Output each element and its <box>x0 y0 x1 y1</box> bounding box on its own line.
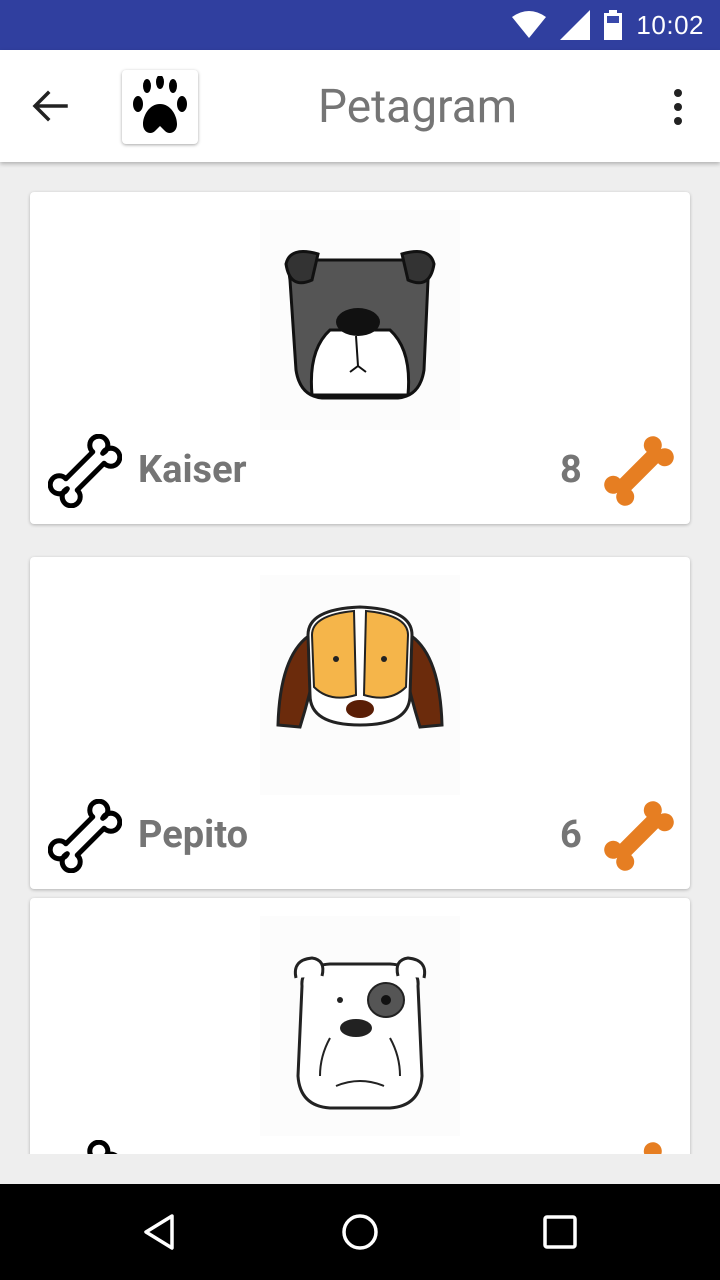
nav-back-button[interactable] <box>112 1184 208 1280</box>
paw-icon <box>133 76 187 133</box>
home-circle-icon <box>342 1214 378 1250</box>
pet-card[interactable]: Pepito 6 <box>30 557 690 889</box>
back-triangle-icon <box>144 1214 174 1250</box>
more-vert-icon <box>674 89 682 97</box>
app-logo <box>122 70 198 144</box>
like-button[interactable] <box>47 1139 123 1154</box>
rating-bone <box>602 1140 676 1154</box>
pet-card[interactable]: Kaiser 8 <box>30 192 690 524</box>
nav-home-button[interactable] <box>312 1184 408 1280</box>
like-button[interactable] <box>47 433 123 512</box>
bone-filled-icon <box>604 1142 674 1154</box>
pet-name: Kaiser <box>138 448 247 492</box>
bone-filled-icon <box>604 801 674 871</box>
wifi-icon <box>512 11 547 38</box>
bone-outline-icon <box>47 1139 123 1154</box>
like-count: 6 <box>560 813 582 857</box>
pet-name: Pepito <box>138 813 249 857</box>
bone-filled-icon <box>604 436 674 506</box>
back-button[interactable] <box>24 80 76 132</box>
nav-recents-button[interactable] <box>512 1184 608 1280</box>
overflow-menu-button[interactable] <box>658 84 698 130</box>
arrow-back-icon <box>32 90 68 122</box>
gray-dog-face-icon <box>284 250 436 400</box>
bone-outline-icon <box>47 798 123 874</box>
app-bar: Petagram <box>0 50 720 162</box>
pet-list[interactable]: Kaiser 8 Pepito 6 <box>0 162 720 1154</box>
app-title: Petagram <box>318 80 518 134</box>
orange-brown-dog-face-icon <box>276 605 444 729</box>
like-button[interactable] <box>47 798 123 877</box>
pet-photo <box>260 575 460 795</box>
white-bulldog-face-icon <box>293 956 427 1110</box>
battery-icon <box>604 10 623 40</box>
recents-square-icon <box>543 1215 577 1249</box>
rating-bone <box>602 434 676 512</box>
bone-outline-icon <box>47 433 123 509</box>
pet-photo <box>260 210 460 430</box>
pet-card[interactable] <box>30 898 690 1154</box>
signal-icon <box>560 10 591 40</box>
status-time: 10:02 <box>636 9 704 40</box>
status-bar: 10:02 <box>0 0 720 50</box>
system-nav-bar <box>0 1184 720 1280</box>
rating-bone <box>602 799 676 877</box>
like-count: 8 <box>560 448 582 492</box>
pet-photo <box>260 916 460 1136</box>
